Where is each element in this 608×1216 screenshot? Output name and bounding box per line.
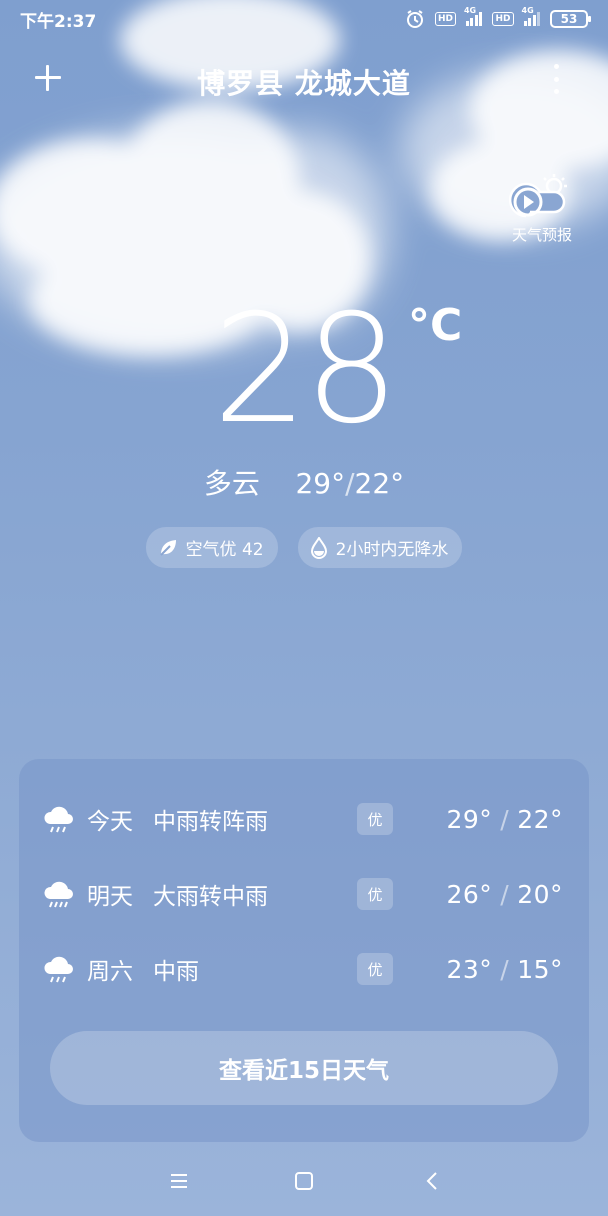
air-quality-badge: 优 (357, 803, 393, 835)
alarm-icon (406, 10, 423, 28)
hd-icon: HD (492, 12, 514, 26)
forecast-desc: 中雨 (153, 959, 199, 985)
forecast-row-saturday[interactable]: 周六 中雨 优 23°/15° (19, 944, 589, 994)
rain-cloud-icon (44, 806, 73, 833)
temperature-value: 28 (212, 283, 400, 457)
play-sun-cloud-icon (508, 174, 567, 218)
current-summary: 多云 29°/22° (0, 462, 608, 502)
rain-cloud-icon (44, 881, 73, 908)
view-15-day-button[interactable]: 查看近15日天气 (50, 1031, 558, 1105)
top-bar: 博罗县 龙城大道 (0, 52, 608, 108)
info-chips: 空气优 42 2小时内无降水 (0, 527, 608, 568)
system-nav-bar (0, 1150, 608, 1210)
rain-cloud-icon (44, 956, 73, 983)
air-quality-label: 空气优 42 (185, 540, 264, 560)
forecast-temps: 26°/20° (446, 879, 563, 909)
back-chevron-icon (426, 1172, 437, 1190)
forecast-day: 周六 (87, 959, 133, 985)
forecast-temps: 29°/22° (446, 804, 563, 834)
status-icons: HD 4G HD 4G 53 (405, 6, 591, 29)
air-quality-badge: 优 (357, 953, 393, 985)
air-quality-badge: 优 (357, 878, 393, 910)
raindrop-icon (310, 536, 327, 559)
forecast-day: 今天 (87, 809, 133, 835)
daily-forecast-panel: 今天 中雨转阵雨 优 29°/22° 明天 大雨转中雨 优 26°/20° 周六… (19, 759, 589, 1142)
battery-indicator: 53 (550, 10, 591, 28)
precipitation-label: 2小时内无降水 (335, 540, 449, 560)
weather-forecast-video-button[interactable]: 天气预报 (500, 172, 584, 245)
air-quality-chip[interactable]: 空气优 42 (145, 527, 278, 568)
status-bar: 下午2:37 HD 4G HD 4G 53 (0, 0, 608, 38)
signal-4g-icon: 4G (522, 6, 540, 26)
status-time: 下午2:37 (20, 11, 97, 32)
hd-icon: HD (434, 12, 456, 26)
today-high: 29° (295, 467, 346, 500)
home-button[interactable] (289, 1166, 319, 1196)
location-title: 博罗县 龙城大道 (197, 67, 411, 100)
forecast-row-tomorrow[interactable]: 明天 大雨转中雨 优 26°/20° (19, 869, 589, 919)
temp-separator: / (345, 467, 355, 500)
home-square-icon (295, 1172, 313, 1190)
precipitation-chip[interactable]: 2小时内无降水 (297, 527, 463, 568)
today-low: 22° (354, 467, 405, 500)
menu-icon (171, 1174, 187, 1188)
current-temperature: 28 °C (0, 290, 608, 450)
temperature-unit: °C (408, 300, 463, 351)
condition-text: 多云 (203, 467, 260, 500)
signal-4g-icon: 4G (464, 6, 483, 26)
forecast-day: 明天 (87, 884, 133, 910)
forecast-row-today[interactable]: 今天 中雨转阵雨 优 29°/22° (19, 794, 589, 844)
forecast-temps: 23°/15° (446, 954, 563, 984)
leaf-icon (159, 539, 176, 556)
forecast-video-label: 天气预报 (511, 226, 572, 244)
forecast-desc: 中雨转阵雨 (153, 809, 268, 835)
menu-button[interactable] (164, 1166, 194, 1196)
back-button[interactable] (417, 1166, 447, 1196)
forecast-desc: 大雨转中雨 (153, 884, 268, 910)
more-options-button[interactable] (548, 64, 564, 94)
